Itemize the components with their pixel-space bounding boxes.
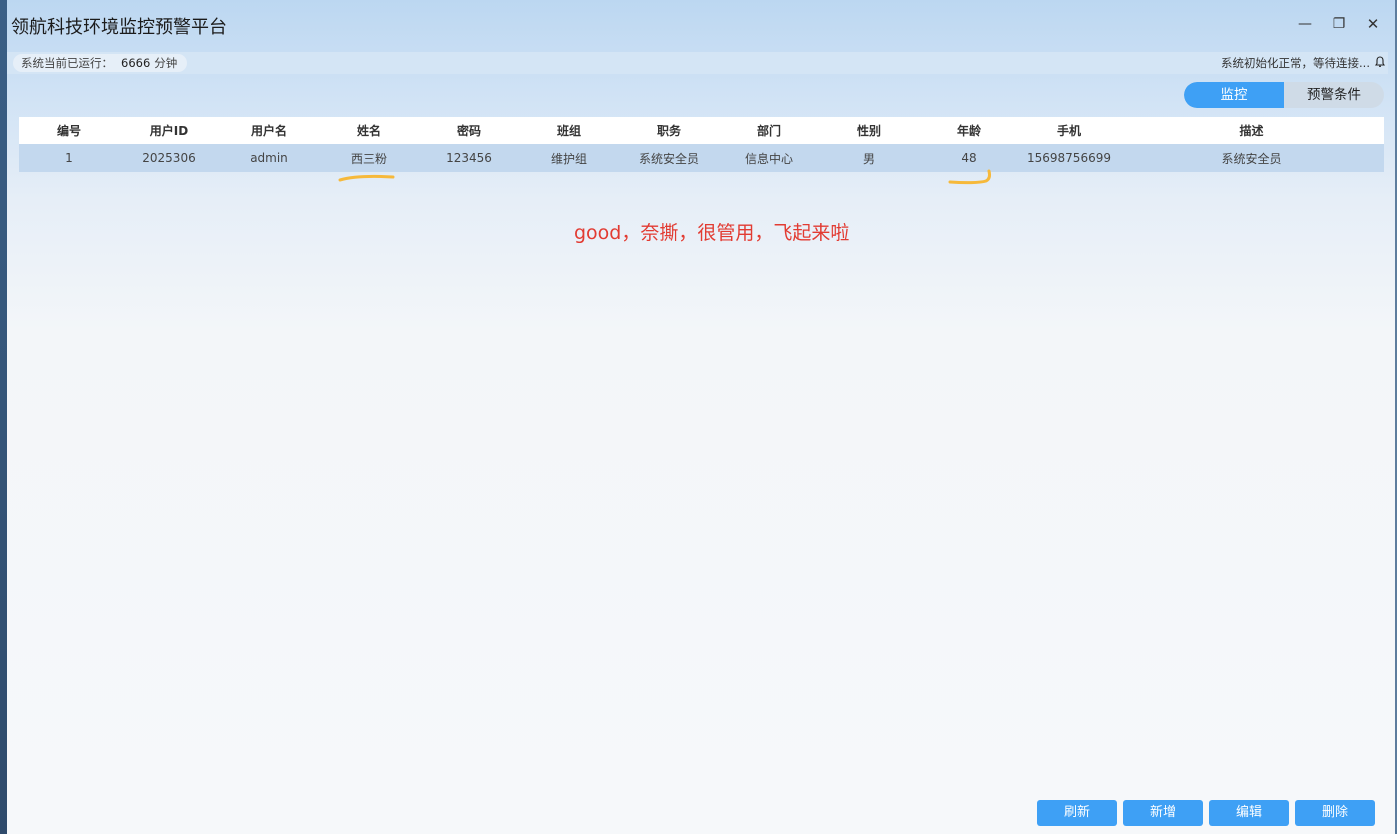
table-row[interactable]: 1 2025306 admin 西三粉 123456 维护组 系统安全员 信息中… [19, 144, 1384, 172]
table-cell: admin [250, 151, 288, 165]
annotation-comment: good，奈撕，很管用，飞起来啦 [574, 222, 850, 244]
maximize-icon[interactable]: ❐ [1329, 14, 1349, 34]
runtime-indicator: 系统当前已运行： 6666 分钟 [13, 54, 188, 72]
edit-button[interactable]: 编辑 [1209, 800, 1289, 826]
column-header[interactable]: 用户ID [119, 117, 219, 144]
window-left-edge [0, 0, 7, 834]
column-header[interactable]: 姓名 [319, 117, 419, 144]
add-button[interactable]: 新增 [1123, 800, 1203, 826]
minimize-icon[interactable]: — [1295, 14, 1315, 34]
status-message: 系统初始化正常，等待连接... [1221, 56, 1370, 70]
table-cell: 系统安全员 [1221, 151, 1282, 166]
tab-monitor[interactable]: 监控 [1184, 82, 1284, 108]
table-cell: 维护组 [550, 151, 587, 166]
view-tabs: 监控 预警条件 [1184, 82, 1384, 108]
table-cell: 系统安全员 [638, 151, 699, 166]
table-cell: 2025306 [142, 151, 196, 165]
bell-icon[interactable] [1375, 56, 1385, 68]
refresh-button[interactable]: 刷新 [1037, 800, 1117, 826]
table-cell: 123456 [446, 151, 492, 165]
column-header[interactable]: 编号 [19, 117, 119, 144]
column-header[interactable]: 性别 [819, 117, 919, 144]
runtime-unit: 分钟 [154, 56, 178, 70]
table-cell: 15698756699 [1027, 151, 1111, 165]
table-cell: 1 [65, 151, 73, 165]
title-bar: 领航科技环境监控预警平台 — ❐ ✕ [7, 0, 1395, 52]
column-header[interactable]: 年龄 [919, 117, 1019, 144]
tab-alert-conditions[interactable]: 预警条件 [1284, 82, 1384, 108]
column-header[interactable]: 部门 [719, 117, 819, 144]
user-table: 编号 用户ID 用户名 姓名 密码 班组 职务 部门 性别 年龄 手机 描述 1… [19, 117, 1384, 172]
column-header[interactable]: 班组 [519, 117, 619, 144]
runtime-value: 6666 [121, 56, 151, 70]
close-icon[interactable]: ✕ [1363, 14, 1383, 34]
delete-button[interactable]: 删除 [1295, 800, 1375, 826]
column-header[interactable]: 用户名 [219, 117, 319, 144]
table-cell: 信息中心 [744, 151, 793, 166]
app-title: 领航科技环境监控预警平台 [11, 17, 227, 38]
annotation-underline-age [948, 169, 992, 185]
table-header-row: 编号 用户ID 用户名 姓名 密码 班组 职务 部门 性别 年龄 手机 描述 [19, 117, 1384, 144]
table-cell: 西三粉 [350, 151, 387, 166]
table-cell: 男 [862, 151, 875, 166]
status-bar: 系统当前已运行： 6666 分钟 系统初始化正常，等待连接... [7, 52, 1388, 74]
column-header[interactable]: 密码 [419, 117, 519, 144]
column-header[interactable]: 描述 [1119, 117, 1384, 144]
column-header[interactable]: 职务 [619, 117, 719, 144]
runtime-label: 系统当前已运行： [21, 56, 113, 70]
column-header[interactable]: 手机 [1019, 117, 1119, 144]
annotation-underline-name [338, 174, 395, 182]
